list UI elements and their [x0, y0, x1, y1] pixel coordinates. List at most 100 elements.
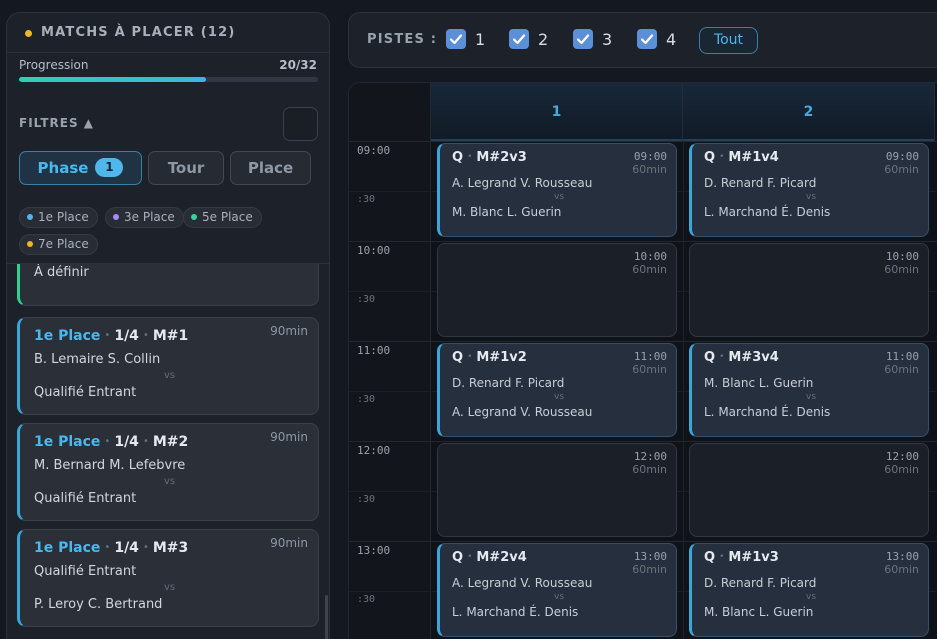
time-label: :30: [357, 294, 376, 305]
separator-dot-icon: •: [104, 542, 111, 553]
checkmark-icon: [512, 34, 526, 45]
slot-duration: 60min: [632, 363, 667, 376]
panel-header: MATCHS À PLACER (12): [7, 13, 329, 53]
slot-team-2: L. Marchand É. Denis: [704, 205, 831, 219]
scheduled-match-slot[interactable]: 11:00 60min Q • M#3v4 M. Blanc L. Guerin vs L. …: [689, 343, 929, 437]
slot-time: 09:00: [633, 150, 667, 163]
slot-duration: 60min: [884, 163, 919, 176]
slot-time: 10:00: [633, 250, 667, 263]
match-round: 1/4: [114, 328, 139, 344]
match-card[interactable]: 1e Place • 1/4 • M#2 90min M. Bernard M. Lefeb…: [17, 423, 319, 521]
slot-phase: Q: [704, 350, 716, 365]
slot-duration: 60min: [632, 563, 667, 576]
slot-time: 09:00: [885, 150, 919, 163]
filter-chip[interactable]: 3e Place: [105, 207, 184, 228]
empty-slot[interactable]: 10:00 60min: [437, 243, 677, 337]
time-label: 12:00: [357, 444, 391, 457]
match-card[interactable]: vsÀ définir: [17, 264, 319, 306]
slot-time: 12:00: [885, 450, 919, 463]
match-phase: 1e Place: [34, 540, 101, 556]
separator-dot-icon: •: [467, 352, 473, 362]
slot-team-2: M. Blanc L. Guerin: [704, 605, 814, 619]
time-label: :30: [357, 394, 376, 405]
scheduled-match-slot[interactable]: 13:00 60min Q • M#1v3 D. Renard F. Picard vs M.…: [689, 543, 929, 637]
tab-tour[interactable]: Tour: [148, 151, 224, 185]
match-round: 1/4: [114, 540, 139, 556]
scheduled-match-slot[interactable]: 11:00 60min Q • M#1v2 D. Renard F. Picard vs A.…: [437, 343, 677, 437]
pistes-label: PISTES :: [367, 32, 438, 47]
piste-checkbox-4[interactable]: [637, 29, 657, 49]
slot-match-id: M#2v3: [476, 150, 527, 165]
tab-phase[interactable]: Phase 1: [19, 151, 142, 185]
tab-place[interactable]: Place: [230, 151, 311, 185]
match-card-header: 1e Place • 1/4 • M#3: [34, 540, 188, 556]
tab-phase-label: Phase: [37, 159, 89, 177]
slot-match-id: M#3v4: [728, 350, 779, 365]
time-label: :30: [357, 494, 376, 505]
slot-vs: vs: [806, 192, 817, 202]
separator-dot-icon: •: [104, 330, 111, 341]
match-card-header: 1e Place • 1/4 • M#2: [34, 434, 188, 450]
slot-team-2: L. Marchand É. Denis: [452, 605, 579, 619]
scheduled-match-slot[interactable]: 09:00 60min Q • M#2v3 A. Legrand V. Rousseau v…: [437, 143, 677, 237]
slot-team-1: D. Renard F. Picard: [704, 176, 817, 190]
match-id: M#2: [152, 434, 189, 450]
slot-time: 13:00: [633, 550, 667, 563]
empty-slot[interactable]: 10:00 60min: [689, 243, 929, 337]
slot-time: 12:00: [633, 450, 667, 463]
progress-count: 20/32: [279, 58, 317, 72]
chip-dot-icon: [27, 214, 33, 220]
separator-dot-icon: •: [719, 552, 725, 562]
slot-team-1: M. Blanc L. Guerin: [704, 376, 814, 390]
time-label: 11:00: [357, 344, 391, 357]
scheduled-match-slot[interactable]: 09:00 60min Q • M#1v4 D. Renard F. Picard vs L.…: [689, 143, 929, 237]
slot-header: Q • M#3v4: [704, 350, 779, 365]
pistes-toolbar: PISTES : 1 2 3 4 Tout: [348, 12, 937, 68]
status-dot-icon: [25, 30, 32, 37]
slot-time: 10:00: [885, 250, 919, 263]
match-vs: vs: [164, 582, 176, 593]
match-team-1: B. Lemaire S. Collin: [34, 352, 161, 367]
scheduled-match-slot[interactable]: 13:00 60min Q • M#2v4 A. Legrand V. Rousseau v…: [437, 543, 677, 637]
slot-phase: Q: [704, 150, 716, 165]
match-vs: vs: [164, 370, 176, 381]
match-team-2: Qualifié Entrant: [34, 491, 137, 506]
empty-slot[interactable]: 12:00 60min: [689, 443, 929, 537]
filter-chip[interactable]: 7e Place: [19, 234, 98, 255]
match-team-1: M. Bernard M. Lefebvre: [34, 458, 186, 473]
slot-phase: Q: [452, 150, 464, 165]
match-card[interactable]: 1e Place • 1/4 • M#1 90min B. Lemaire S. Colli…: [17, 317, 319, 415]
time-gridline: [349, 441, 937, 442]
match-id: M#1: [152, 328, 189, 344]
chip-dot-icon: [113, 214, 119, 220]
slot-vs: vs: [554, 192, 565, 202]
separator-dot-icon: •: [719, 352, 725, 362]
slot-team-1: A. Legrand V. Rousseau: [452, 576, 593, 590]
piste-checkbox-1[interactable]: [446, 29, 466, 49]
time-label: 09:00: [357, 144, 391, 157]
match-card[interactable]: 1e Place • 1/4 • M#3 90min Qualifié Entrant vs P…: [17, 529, 319, 627]
checkmark-icon: [576, 34, 590, 45]
filter-chip[interactable]: 5e Place: [183, 207, 262, 228]
slot-duration: 60min: [884, 263, 919, 276]
slot-team-1: A. Legrand V. Rousseau: [452, 176, 593, 190]
list-scrollbar[interactable]: [325, 595, 328, 639]
slot-match-id: M#1v3: [728, 550, 779, 565]
filter-chip[interactable]: 1e Place: [19, 207, 98, 228]
filters-toggle[interactable]: FILTRES ▲: [19, 116, 94, 130]
slot-time: 11:00: [885, 350, 919, 363]
piste-label: 3: [602, 30, 613, 49]
empty-slot[interactable]: 12:00 60min: [437, 443, 677, 537]
piste-checkbox-3[interactable]: [573, 29, 593, 49]
slot-header: Q • M#2v4: [452, 550, 527, 565]
piste-checkbox-2[interactable]: [509, 29, 529, 49]
match-phase: 1e Place: [34, 434, 101, 450]
slot-header: Q • M#1v4: [704, 150, 779, 165]
slot-team-1: D. Renard F. Picard: [704, 576, 817, 590]
slot-duration: 60min: [632, 463, 667, 476]
slot-duration: 60min: [884, 363, 919, 376]
time-label: :30: [357, 194, 376, 205]
select-all-button[interactable]: Tout: [699, 27, 758, 54]
filter-action-button[interactable]: [283, 107, 318, 141]
slot-vs: vs: [806, 392, 817, 402]
